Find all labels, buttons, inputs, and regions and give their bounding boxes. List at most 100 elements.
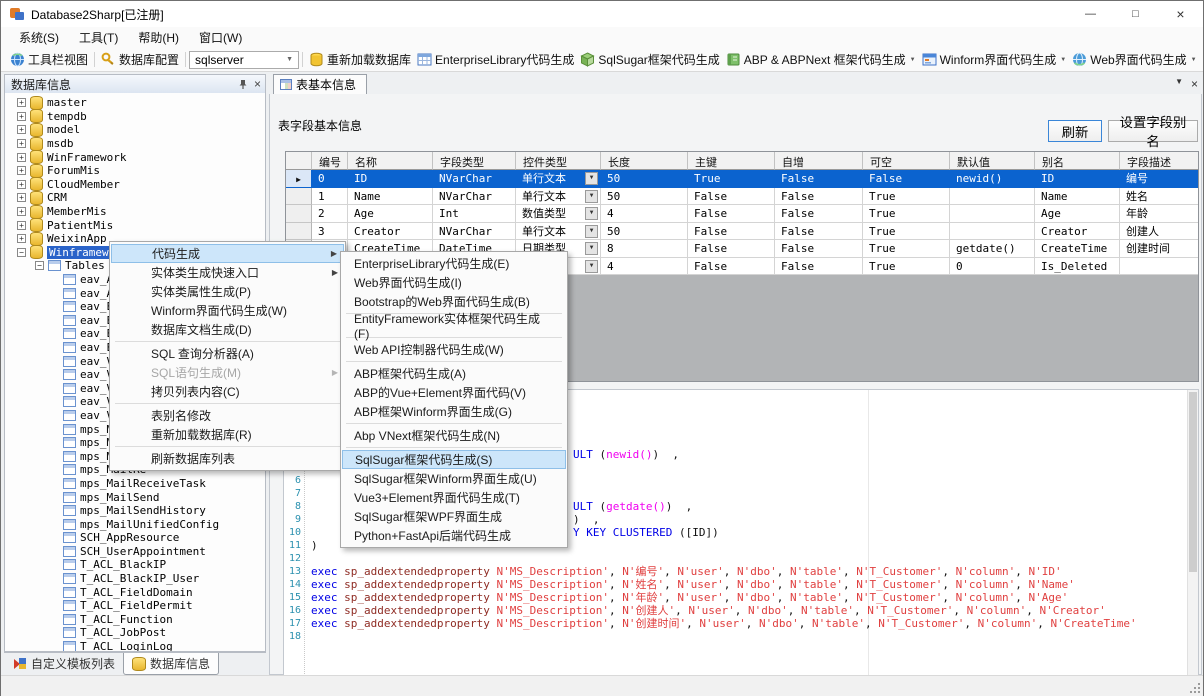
grid-column-header[interactable]: 字段描述 — [1120, 152, 1199, 170]
grid-cell[interactable]: getdate() — [950, 240, 1035, 258]
menu-item[interactable]: Web API控制器代码生成(W) — [342, 340, 566, 359]
grid-cell[interactable]: Age — [1035, 205, 1120, 223]
grid-cell[interactable]: False — [688, 188, 775, 206]
grid-cell[interactable]: 单行文本▼ — [516, 188, 601, 206]
tree-item-database[interactable]: +WinFramework — [5, 150, 265, 164]
grid-cell[interactable]: 姓名 — [1120, 188, 1199, 206]
grid-cell[interactable]: 2 — [312, 205, 348, 223]
grid-cell[interactable]: True — [863, 258, 950, 276]
tree-item-table[interactable]: mps_MailReceiveTask — [5, 477, 265, 491]
tree-item-database[interactable]: +ForumMis — [5, 164, 265, 178]
grid-column-header[interactable]: 默认值 — [950, 152, 1035, 170]
tree-item-database[interactable]: +PatientMis — [5, 218, 265, 232]
grid-cell[interactable]: 50 — [601, 170, 688, 188]
tree-item-database[interactable]: +master — [5, 96, 265, 110]
tree-item-table[interactable]: SCH_AppResource — [5, 531, 265, 545]
tree-item-table[interactable]: mps_MailSend — [5, 490, 265, 504]
tree-item-table[interactable]: mps_MailUnifiedConfig — [5, 517, 265, 531]
grid-column-header[interactable]: 长度 — [601, 152, 688, 170]
grid-column-header[interactable]: 字段类型 — [433, 152, 516, 170]
grid-cell[interactable]: Is_Deleted — [1035, 258, 1120, 276]
grid-column-header[interactable]: 可空 — [863, 152, 950, 170]
menu-item[interactable]: 数据库文档生成(D) — [111, 320, 344, 339]
menu-item[interactable]: ABP框架Winform界面生成(G) — [342, 402, 566, 421]
maximize-button[interactable]: □ — [1113, 1, 1158, 27]
grid-cell[interactable]: 4 — [601, 258, 688, 276]
toolbar-sqlsugar-button[interactable]: SqlSugar框架代码生成 — [577, 49, 722, 71]
grid-cell[interactable]: 0 — [312, 170, 348, 188]
menu-item[interactable]: ABP框架代码生成(A) — [342, 364, 566, 383]
tree-item-table[interactable]: T_ACL_FieldDomain — [5, 585, 265, 599]
row-header-cell[interactable] — [286, 188, 312, 206]
expand-icon[interactable]: + — [17, 166, 26, 175]
grid-column-header[interactable]: 主键 — [688, 152, 775, 170]
grid-cell[interactable]: 创建人 — [1120, 223, 1199, 241]
combo-dropdown-icon[interactable]: ▼ — [585, 172, 598, 185]
grid-cell[interactable]: False — [775, 258, 863, 276]
grid-cell[interactable]: False — [775, 205, 863, 223]
menu-item[interactable]: SQL语句生成(M)▶ — [111, 363, 344, 382]
toolbar-reload-db-button[interactable]: 重新加载数据库 — [306, 49, 414, 71]
menu-window[interactable]: 窗口(W) — [189, 27, 252, 48]
menu-help[interactable]: 帮助(H) — [128, 27, 189, 48]
menu-item[interactable]: ABP的Vue+Element界面代码(V) — [342, 383, 566, 402]
row-header-cell[interactable] — [286, 223, 312, 241]
toolbar-winform-button[interactable]: Winform界面代码生成 ▼ — [919, 49, 1070, 71]
menu-item[interactable]: Python+FastApi后端代码生成 — [342, 526, 566, 545]
menu-item[interactable]: Bootstrap的Web界面代码生成(B) — [342, 292, 566, 311]
toolbar-view-button[interactable]: 工具栏视图 — [7, 49, 91, 71]
menu-tools[interactable]: 工具(T) — [69, 27, 128, 48]
grid-cell[interactable]: Name — [1035, 188, 1120, 206]
grid-cell[interactable]: ID — [1035, 170, 1120, 188]
tree-item-table[interactable]: mps_MailSendHistory — [5, 504, 265, 518]
combo-dropdown-icon[interactable]: ▼ — [585, 225, 598, 238]
grid-cell[interactable]: False — [775, 240, 863, 258]
grid-cell[interactable]: NVarChar — [433, 170, 516, 188]
tree-item-table[interactable]: T_ACL_LoginLog — [5, 640, 265, 651]
grid-cell[interactable]: Creator — [1035, 223, 1120, 241]
tree-item-table[interactable]: T_ACL_FieldPermit — [5, 599, 265, 613]
expand-icon[interactable]: − — [17, 248, 26, 257]
resize-grip[interactable] — [1189, 682, 1201, 694]
combo-dropdown-icon[interactable]: ▼ — [585, 190, 598, 203]
menu-item[interactable]: 重新加载数据库(R) — [111, 425, 344, 444]
tree-item-table[interactable]: T_ACL_Function — [5, 613, 265, 627]
menu-item[interactable]: 表别名修改 — [111, 406, 344, 425]
tree-item-database[interactable]: +tempdb — [5, 110, 265, 124]
menu-item[interactable]: SQL 查询分析器(A) — [111, 344, 344, 363]
expand-icon[interactable]: + — [17, 112, 26, 121]
menu-item[interactable]: 刷新数据库列表 — [111, 449, 344, 468]
grid-cell[interactable]: 4 — [601, 205, 688, 223]
grid-cell[interactable]: Creator — [348, 223, 433, 241]
grid-cell[interactable] — [1120, 258, 1199, 276]
chevron-down-icon[interactable]: ▼ — [1060, 57, 1066, 63]
grid-cell[interactable]: ID — [348, 170, 433, 188]
menu-item[interactable]: Winform界面代码生成(W) — [111, 301, 344, 320]
grid-cell[interactable]: 8 — [601, 240, 688, 258]
menu-system[interactable]: 系统(S) — [9, 27, 69, 48]
toolbar-enterpriselibrary-button[interactable]: EnterpriseLibrary代码生成 — [414, 49, 577, 71]
menu-item[interactable]: Vue3+Element界面代码生成(T) — [342, 488, 566, 507]
toolbar-db-config-button[interactable]: 数据库配置 — [98, 49, 182, 71]
menu-item[interactable]: 代码生成▶ — [111, 244, 344, 263]
vscroll-thumb[interactable] — [1189, 392, 1197, 572]
tab-close-icon[interactable]: × — [1191, 77, 1198, 91]
grid-cell[interactable]: False — [688, 223, 775, 241]
menu-item[interactable]: 实体类生成快速入口▶ — [111, 263, 344, 282]
tab-table-basic-info[interactable]: 表基本信息 — [273, 74, 367, 94]
combo-dropdown-icon[interactable]: ▼ — [585, 207, 598, 220]
toolbar-web-button[interactable]: Web界面代码生成 ▼ — [1069, 49, 1199, 71]
grid-cell[interactable]: 编号 — [1120, 170, 1199, 188]
panel-close-icon[interactable]: × — [254, 77, 261, 91]
grid-cell[interactable]: NVarChar — [433, 223, 516, 241]
grid-cell[interactable]: Age — [348, 205, 433, 223]
grid-cell[interactable]: False — [688, 240, 775, 258]
toolbar-abp-button[interactable]: ABP & ABPNext 框架代码生成 ▼ — [723, 49, 919, 71]
grid-cell[interactable]: False — [775, 188, 863, 206]
grid-cell[interactable]: False — [863, 170, 950, 188]
grid-cell[interactable]: True — [688, 170, 775, 188]
grid-cell[interactable]: False — [775, 223, 863, 241]
grid-column-header[interactable]: 别名 — [1035, 152, 1120, 170]
tree-item-database[interactable]: +msdb — [5, 137, 265, 151]
expand-icon[interactable]: + — [17, 193, 26, 202]
